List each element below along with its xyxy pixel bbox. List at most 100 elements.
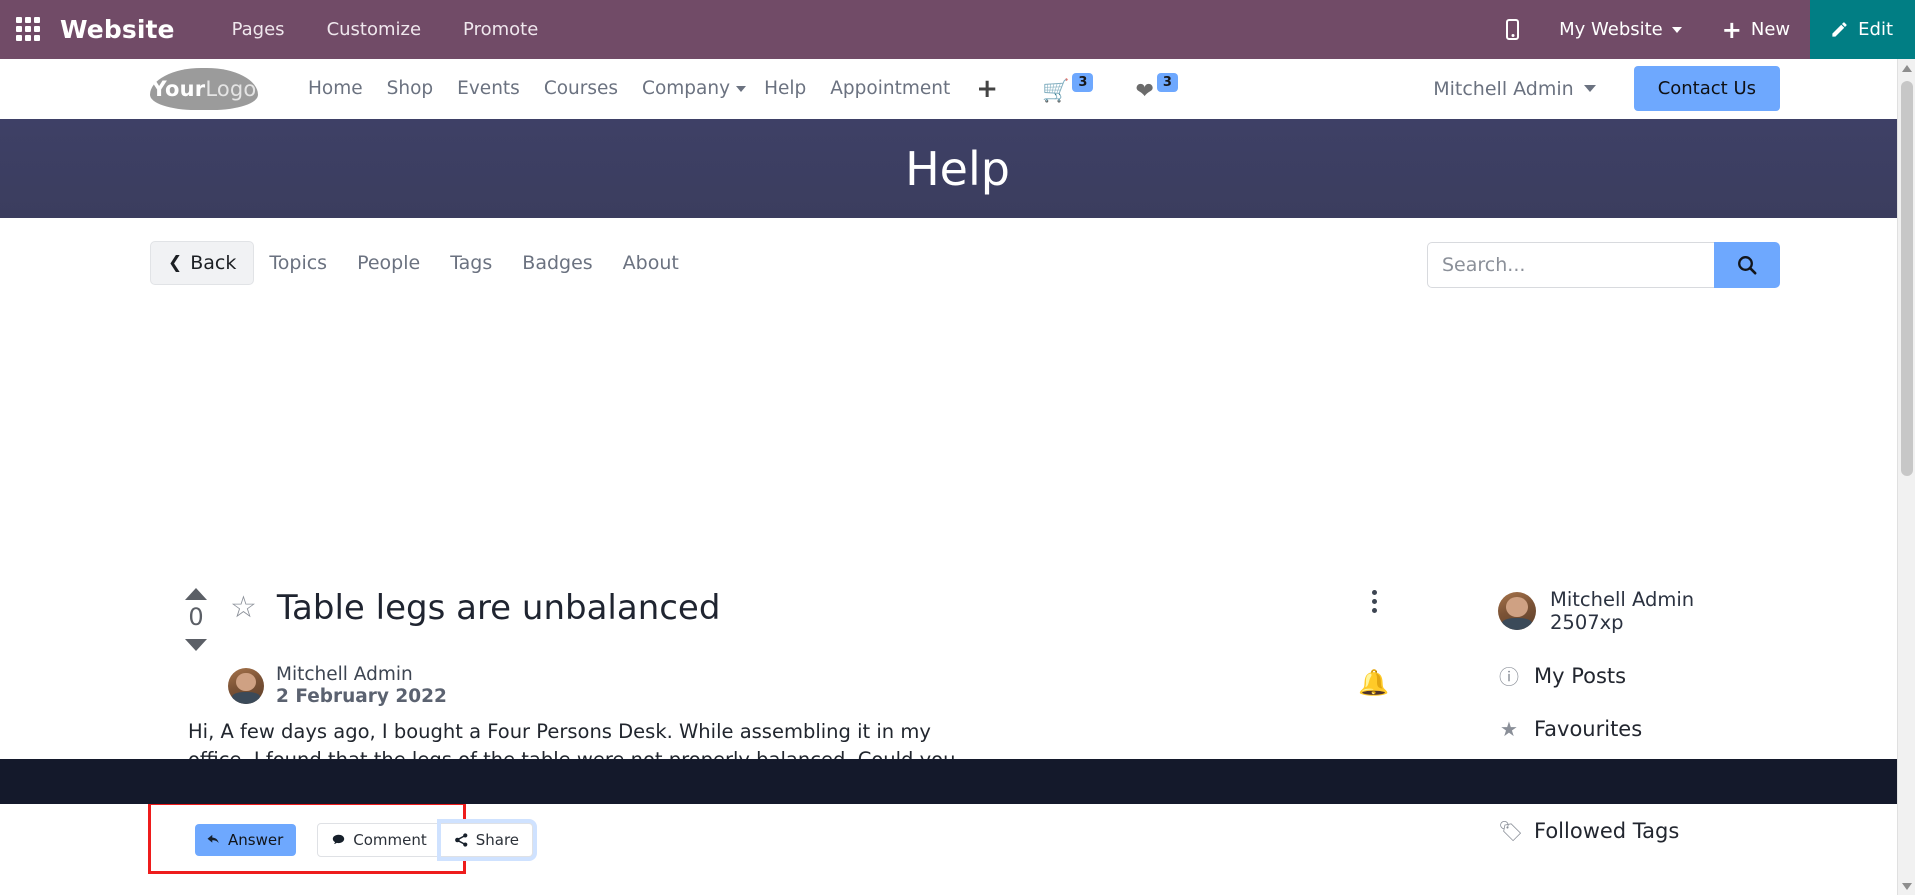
sidebar-item-label: Favourites (1534, 717, 1643, 741)
scrollbar-thumb[interactable] (1901, 81, 1913, 476)
app-brand-website[interactable]: Website (60, 15, 175, 44)
nav-item-home[interactable]: Home (296, 78, 375, 99)
vote-column: 0 (178, 588, 214, 651)
systray-menu-pages[interactable]: Pages (211, 19, 306, 40)
search-input[interactable] (1427, 242, 1714, 288)
cart-count-badge: 3 (1072, 72, 1094, 92)
nav-item-courses[interactable]: Courses (532, 78, 630, 99)
tab-about[interactable]: About (608, 252, 694, 274)
logo-text-logo: Logo (205, 76, 257, 101)
forum-tabs: ❮ Back Topics People Tags Badges About (150, 241, 694, 285)
author-meta: Mitchell Admin 2 February 2022 (276, 664, 447, 707)
website-selector[interactable]: My Website (1539, 0, 1702, 59)
triangle-down-icon[interactable] (185, 639, 207, 651)
nav-item-help[interactable]: Help (752, 78, 818, 99)
share-nodes-icon (454, 833, 468, 847)
site-logo[interactable]: Your Logo (150, 67, 258, 110)
tab-people[interactable]: People (342, 252, 435, 274)
action-highlight-box: Answer Comment Share (148, 802, 534, 874)
systray-right: My Website + New Edit (1486, 0, 1915, 59)
magnifier-icon (1738, 256, 1757, 275)
pencil-icon (1832, 22, 1847, 37)
edit-button-label: Edit (1858, 19, 1893, 40)
cart-button[interactable]: 🛒 3 (1042, 72, 1094, 104)
star-outline-icon[interactable]: ☆ (230, 593, 257, 623)
question-author: Mitchell Admin 2 February 2022 (228, 664, 447, 707)
plus-icon[interactable]: + (962, 76, 1012, 102)
odoo-systray: Website Pages Customize Promote My Websi… (0, 0, 1915, 59)
chevron-left-icon: ❮ (168, 252, 183, 273)
tab-badges[interactable]: Badges (507, 252, 607, 274)
avatar (1498, 592, 1536, 630)
bell-icon[interactable]: 🔔 (1358, 668, 1389, 698)
sidebar-user[interactable]: Mitchell Admin 2507xp (1498, 588, 1748, 634)
search-button[interactable] (1714, 242, 1780, 288)
nav-item-shop[interactable]: Shop (375, 78, 446, 99)
share-button-label: Share (475, 831, 520, 849)
question-title: Table legs are unbalanced (276, 588, 721, 628)
shopping-cart-icon: 🛒 (1042, 78, 1070, 104)
back-button[interactable]: ❮ Back (150, 241, 255, 285)
kebab-menu-icon[interactable] (1372, 590, 1377, 613)
chevron-down-icon (736, 85, 747, 92)
back-button-label: Back (190, 252, 237, 274)
forum-content: ❮ Back Topics People Tags Badges About 0… (0, 218, 1915, 874)
answer-button[interactable]: Answer (195, 824, 297, 856)
nav-item-company[interactable]: Company (630, 78, 742, 99)
author-name[interactable]: Mitchell Admin (276, 664, 447, 685)
sidebar-item-my-posts[interactable]: ⓘ My Posts (1498, 661, 1748, 690)
nav-item-events[interactable]: Events (445, 78, 532, 99)
share-button[interactable]: Share (440, 823, 534, 857)
page-scrollbar[interactable] (1897, 59, 1915, 895)
sidebar-user-name: Mitchell Admin (1550, 588, 1695, 611)
logo-text: Your Logo (150, 68, 258, 110)
page-banner: Help (0, 119, 1915, 218)
scroll-up-arrow[interactable] (1898, 59, 1915, 77)
triangle-up-icon[interactable] (185, 588, 207, 600)
nav-item-appointment[interactable]: Appointment (818, 78, 962, 99)
website-header: Your Logo Home Shop Events Courses Compan… (0, 59, 1915, 119)
scroll-down-arrow[interactable] (1898, 877, 1915, 895)
mobile-preview-button[interactable] (1486, 0, 1539, 59)
apps-grid-icon[interactable] (16, 16, 42, 43)
question-circle-icon: ⓘ (1499, 665, 1519, 689)
sidebar-item-favourites[interactable]: ★ Favourites (1498, 717, 1748, 741)
logo-text-your: Your (151, 76, 206, 101)
plus-icon: + (1721, 15, 1742, 44)
forum-sidebar: Mitchell Admin 2507xp ⓘ My Posts ★ Favou… (1498, 588, 1748, 895)
sidebar-item-followed-tags[interactable]: 🏷 Followed Tags (1498, 819, 1748, 843)
new-button[interactable]: + New (1702, 0, 1810, 59)
secondary-actions: Comment Share (317, 823, 534, 857)
comment-button[interactable]: Comment (317, 823, 441, 857)
edit-button[interactable]: Edit (1810, 0, 1915, 59)
question-actions: Answer Comment Share (195, 823, 534, 857)
wishlist-button[interactable]: ❤ 3 (1135, 72, 1178, 104)
sidebar-user-xp: 2507xp (1550, 611, 1624, 634)
tab-topics[interactable]: Topics (254, 252, 342, 274)
chevron-down-icon (1583, 85, 1596, 92)
systray-menu: Pages Customize Promote (211, 19, 560, 40)
question-date: 2 February 2022 (276, 686, 447, 707)
page-footer (0, 759, 1915, 804)
mobile-phone-icon (1506, 19, 1520, 40)
heart-icon: ❤ (1135, 78, 1154, 104)
systray-menu-customize[interactable]: Customize (306, 19, 442, 40)
sidebar-user-meta: Mitchell Admin 2507xp (1550, 588, 1694, 634)
contact-us-button[interactable]: Contact Us (1633, 66, 1780, 111)
sidebar-item-label: My Posts (1534, 663, 1627, 688)
site-main-nav: Home Shop Events Courses Company Help Ap… (296, 76, 1012, 102)
star-filled-icon: ★ (1500, 717, 1518, 741)
sidebar-item-label: Followed Tags (1534, 819, 1680, 843)
user-menu[interactable]: Mitchell Admin (1433, 78, 1596, 100)
comment-bubble-icon (333, 834, 345, 845)
forum-search (1427, 242, 1780, 288)
systray-menu-promote[interactable]: Promote (442, 19, 559, 40)
page-title: Help (905, 141, 1010, 196)
tab-tags[interactable]: Tags (435, 252, 507, 274)
tags-icon: 🏷 (1498, 819, 1524, 843)
chevron-down-icon (1671, 26, 1682, 33)
comment-button-label: Comment (353, 831, 427, 849)
wishlist-count-badge: 3 (1156, 72, 1178, 92)
vote-count: 0 (188, 603, 204, 631)
avatar (228, 667, 264, 704)
